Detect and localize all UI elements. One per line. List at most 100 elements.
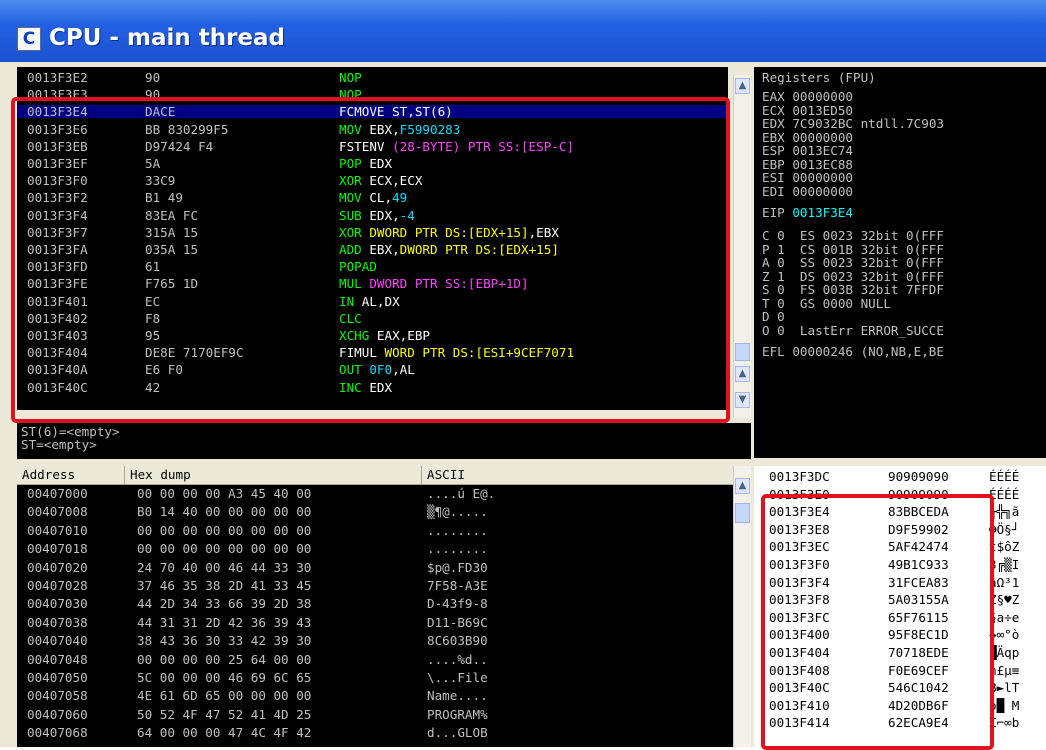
disasm-row[interactable]: 0013F404 DE8E 7170EF9C FIMUL WORD PTR DS:[… [17,346,728,359]
dump-row[interactable]: 00407068 64 00 00 00 47 4C 4F 42 d...GLOB [17,726,750,739]
dump-header-address[interactable]: Address [17,466,125,485]
window-title-bar[interactable]: C CPU - main thread [0,0,1046,63]
stack-row[interactable]: 0013F414 62ECA9E4 Σ⌐∞b [754,716,1046,729]
disasm-address: 0013F404 [27,345,88,361]
disasm-row[interactable]: 0013F3E2 90 NOP [17,71,728,84]
disasm-row[interactable]: 0013F3F2 B1 49 MOV CL,49 [17,191,728,204]
disasm-row[interactable]: 0013F3E4 DACE FCMOVE ST,ST(6) [17,105,728,119]
disasm-row[interactable]: 0013F3F0 33C9 XOR ECX,ECX [17,174,728,187]
stack-address: 0013F3F0 [769,557,830,572]
dump-row[interactable]: 00407058 4E 61 6D 65 00 00 00 00 Name.... [17,689,750,702]
disasm-row[interactable]: 0013F3F4 83EA FC SUB EDX,-4 [17,209,728,222]
register-row[interactable]: EDI 00000000 [762,185,853,198]
dump-row[interactable]: 00407008 B0 14 40 00 00 00 00 00 ▒¶@..... [17,505,750,518]
stack-value: 62ECA9E4 [888,715,949,731]
stack-row[interactable]: 0013F40C 546C1042 B►lT [754,681,1046,694]
flag-row[interactable]: Z 1 DS 0023 32bit 0(FFF [762,270,944,283]
disasm-row[interactable]: 0013F3FE F765 1D MUL DWORD PTR SS:[EBP+1D] [17,277,728,290]
dump-hex: 44 31 31 2D 42 36 39 43 [137,614,312,630]
dump-row[interactable]: 00407020 24 70 40 00 46 44 33 30 $p@.FD30 [17,561,750,574]
scroll-up-arrow-icon[interactable]: ▲ [735,478,750,494]
dump-row[interactable]: 00407060 50 52 4F 47 52 41 4D 25 PROGRAM% [17,708,750,721]
disasm-address: 0013F40C [27,379,88,395]
stack-row[interactable]: 0013F3DC 90909090 ÉÉÉÉ [754,470,1046,483]
disasm-row[interactable]: 0013F403 95 XCHG EAX,EBP [17,329,728,342]
flag-row[interactable]: P 1 CS 001B 32bit 0(FFF [762,243,944,256]
register-row[interactable]: EBP 0013EC88 [762,158,853,171]
disasm-row[interactable]: 0013F3FD 61 POPAD [17,260,728,273]
disasm-row[interactable]: 0013F3FA 035A 15 ADD EBX,DWORD PTR DS:[EDX… [17,243,728,256]
stack-address: 0013F408 [769,662,830,678]
scroll-down-arrow-icon[interactable]: ▼ [735,392,750,408]
dump-pane[interactable]: Address Hex dump ASCII 00407000 00 00 00 … [17,466,750,747]
flag-row[interactable]: S 0 FS 003B 32bit 7FFDF [762,283,944,296]
registers-pane[interactable]: Registers (FPU) EAX 00000000 ECX 0013ED50 E… [754,67,1046,458]
register-row[interactable]: EDX 7C9032BC ntdll.7C903 [762,117,944,130]
disasm-row[interactable]: 0013F402 F8 CLC [17,312,728,325]
disasm-row[interactable]: 0013F3E6 BB 830299F5 MOV EBX,F5990283 [17,123,728,136]
scroll-thumb[interactable] [735,343,750,361]
register-row[interactable]: ECX 0013ED50 [762,104,853,117]
flag-row[interactable]: C 0 ES 0023 32bit 0(FFF [762,229,944,242]
dump-row[interactable]: 00407040 38 43 36 30 33 42 39 30 8C603B90 [17,634,750,647]
dump-row[interactable]: 00407050 5C 00 00 00 46 69 6C 65 \...File [17,671,750,684]
stack-row[interactable]: 0013F3FC 65F76115 §a÷e [754,611,1046,624]
flag-row[interactable]: T 0 GS 0000 NULL [762,297,891,310]
scroll-thumb[interactable] [735,503,750,523]
stack-row[interactable]: 0013F410 4D20DB6F o█ M [754,699,1046,712]
dump-header-hex[interactable]: Hex dump [125,466,422,485]
disasm-row[interactable]: 0013F40A E6 F0 OUT 0F0,AL [17,363,728,376]
dump-row[interactable]: 00407028 37 46 35 38 2D 41 33 45 7F58-A3E [17,579,750,592]
disasm-address: 0013F403 [27,328,88,343]
flag-row[interactable]: A 0 SS 0023 32bit 0(FFF [762,256,944,269]
flag-row[interactable]: O 0 LastErr ERROR_SUCCE [762,324,944,337]
dump-row[interactable]: 00407048 00 00 00 00 25 64 00 00 ....%d.. [17,653,750,666]
stack-row[interactable]: 0013F3F8 5A03155A Z§♥Z [754,593,1046,606]
disasm-address: 0013F40A [27,362,88,378]
disasm-row[interactable]: 0013F3E3 90 NOP [17,88,728,101]
stack-row[interactable]: 0013F400 95F8EC1D ↔∞°ò [754,628,1046,641]
disasm-row[interactable]: 0013F40C 42 INC EDX [17,381,728,394]
stack-row[interactable]: 0013F404 70718EDE ▐Äqp [754,646,1046,659]
dump-row[interactable]: 00407018 00 00 00 00 00 00 00 00........ [17,542,750,555]
disasm-token: INC [339,379,362,395]
disasm-address: 0013F3FE [27,276,88,292]
scroll-up-arrow-icon[interactable]: ▲ [735,366,750,382]
disasm-row[interactable]: 0013F3F7 315A 15 XOR DWORD PTR DS:[EDX+15]… [17,226,728,239]
stack-row[interactable]: 0013F3EC 5AF42474 t$ôZ [754,540,1046,553]
disasm-token: WORD PTR DS:[ESI+9CEF7071 [384,345,575,361]
stack-row[interactable]: 0013F3F4 31FCEA83 âΩ³1 [754,576,1046,589]
disassembly-pane[interactable]: 0013F3E2 90 NOP 0013F3E3 90 NOP 0013F3E4 DACE FC… [17,67,728,410]
register-row-eip[interactable]: EIP 0013F3E4 [762,206,853,219]
register-row[interactable]: EAX 00000000 [762,90,853,103]
stack-row[interactable]: 0013F3E4 83BBCEDA ╓╬╗ã [754,505,1046,518]
register-row[interactable]: EBX 00000000 [762,131,853,144]
stack-row[interactable]: 0013F3F0 49B1C933 3╔▒I [754,558,1046,571]
dump-ascii: ▒¶@..... [427,504,488,520]
disassembly-scrollbar[interactable]: ▲ ▲ ▼ [733,75,751,418]
stack-row[interactable]: 0013F3E0 90909090 ÉÉÉÉ [754,488,1046,501]
dump-row[interactable]: 00407038 44 31 31 2D 42 36 39 43 D11-B69C [17,616,750,629]
register-row[interactable]: ESI 00000000 [762,171,853,184]
stack-pane[interactable]: 0013F3DC 90909090 ÉÉÉÉ 0013F3E0 90909090 ÉÉÉÉ… [754,466,1046,747]
dump-header-ascii[interactable]: ASCII [422,466,750,485]
dump-scrollbar[interactable]: ▲ [733,466,751,747]
dump-ascii: D11-B69C [427,614,488,630]
disasm-row[interactable]: 0013F3EB D97424 F4 FSTENV (28-BYTE) PTR SS… [17,140,728,153]
scroll-up-arrow-icon[interactable]: ▲ [735,78,750,94]
disasm-address: 0013F3F4 [27,207,88,223]
disasm-command: XCHG EAX,EBP [339,329,430,342]
flag-row[interactable]: D 0 [762,310,785,323]
disasm-row[interactable]: 0013F3EF 5A POP EDX [17,157,728,170]
disasm-row[interactable]: 0013F401 EC IN AL,DX [17,295,728,308]
dump-row[interactable]: 00407010 00 00 00 00 00 00 00 00........ [17,524,750,537]
dump-row[interactable]: 00407000 00 00 00 00 A3 45 40 00 ....ú E@. [17,487,750,500]
register-row[interactable]: ESP 0013EC74 [762,144,853,157]
dump-row[interactable]: 00407030 44 2D 34 33 66 39 2D 38 D-43f9-8 [17,597,750,610]
registers-header[interactable]: Registers (FPU) [762,71,876,84]
disasm-token: MOV [339,121,362,137]
stack-row[interactable]: 0013F408 F0E69CEF ∩£µ≡ [754,664,1046,677]
efl-row[interactable]: EFL 00000246 (NO,NB,E,BE [762,345,944,358]
stack-address: 0013F3E0 [769,486,830,502]
stack-row[interactable]: 0013F3E8 D9F59902 ☻Ö§┘ [754,523,1046,536]
